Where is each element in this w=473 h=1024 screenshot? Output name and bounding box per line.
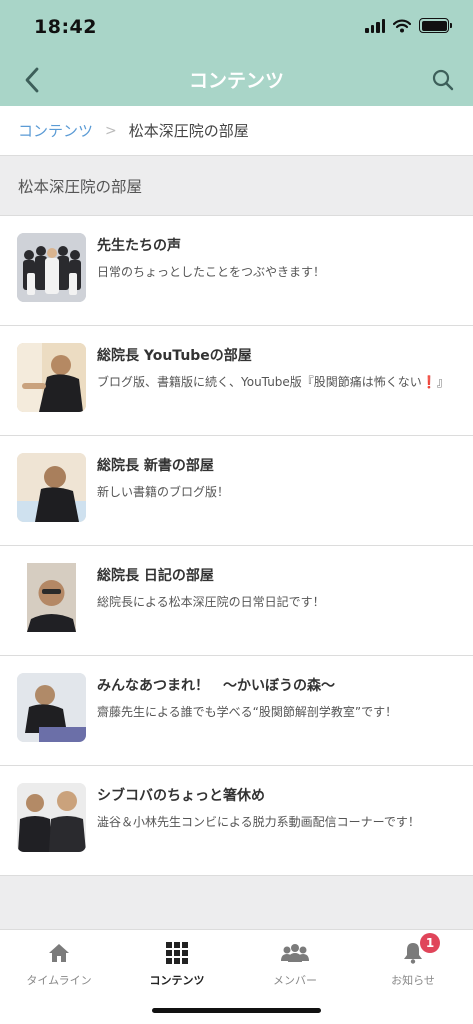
status-time: 18:42	[34, 16, 97, 38]
search-icon	[432, 69, 454, 91]
list-item[interactable]: みんなあつまれ！ 〜かいぼうの森〜 齋藤先生による誰でも学べる“股関節解剖学教室…	[0, 656, 473, 766]
list-item[interactable]: シブコバのちょっと箸休め 澁谷＆小林先生コンビによる脱力系動画配信コーナーです！	[0, 766, 473, 876]
list-item[interactable]: 総院長 日記の部屋 総院長による松本深圧院の日常日記です！	[0, 546, 473, 656]
item-title: 総院長 日記の部屋	[97, 568, 214, 584]
item-title: みんなあつまれ！ 〜かいぼうの森〜	[97, 678, 335, 694]
members-icon	[281, 940, 309, 966]
content-list: 先生たちの声 日常のちょっとしたことをつぶやきます！ 総院長 YouTubeの部…	[0, 216, 473, 876]
home-indicator[interactable]	[152, 1008, 321, 1013]
thumbnail-photo	[17, 783, 86, 852]
home-icon	[48, 940, 70, 966]
grid-icon	[166, 940, 188, 966]
tab-label: タイムライン	[26, 974, 92, 987]
page-title: コンテンツ	[188, 70, 284, 92]
section-title: 松本深圧院の部屋	[0, 157, 473, 216]
thumbnail-photo	[17, 453, 86, 522]
thumbnail-photo	[17, 563, 86, 632]
item-description: 齋藤先生による誰でも学べる“股関節解剖学教室”です！	[97, 705, 398, 719]
breadcrumb-current: 松本深圧院の部屋	[128, 122, 249, 140]
exclamation-icon: ❗	[421, 375, 437, 389]
tab-timeline[interactable]: タイムライン	[0, 940, 118, 990]
item-description: 総院長による松本深圧院の日常日記です！	[97, 595, 325, 609]
list-item[interactable]: 先生たちの声 日常のちょっとしたことをつぶやきます！	[0, 216, 473, 326]
item-description: 澁谷＆小林先生コンビによる脱力系動画配信コーナーです！	[97, 815, 420, 829]
tab-label: お知らせ	[391, 974, 435, 987]
tab-notifications[interactable]: 1 お知らせ	[354, 933, 472, 990]
breadcrumb-root-link[interactable]: コンテンツ	[18, 120, 93, 141]
thumbnail-photo	[17, 343, 86, 412]
item-description-text: ブログ版、書籍版に続く、YouTube版『股関節痛は怖くない	[97, 375, 422, 389]
list-item[interactable]: 総院長 新書の部屋 新しい書籍のブログ版！	[0, 436, 473, 546]
signal-icon	[365, 18, 385, 33]
item-title: シブコバのちょっと箸休め	[97, 788, 265, 804]
item-title: 総院長 YouTubeの部屋	[97, 348, 252, 364]
item-description: ブログ版、書籍版に続く、YouTube版『股関節痛は怖くない❗』	[97, 372, 453, 393]
item-description: 日常のちょっとしたことをつぶやきます！	[97, 265, 326, 279]
list-item[interactable]: 総院長 YouTubeの部屋 ブログ版、書籍版に続く、YouTube版『股関節痛…	[0, 326, 473, 436]
header-bar: 18:42 コンテンツ	[0, 0, 473, 106]
item-title: 先生たちの声	[97, 238, 181, 254]
thumbnail-group-photo	[17, 233, 86, 302]
battery-icon	[419, 18, 452, 33]
notification-badge: 1	[420, 933, 440, 953]
tab-members[interactable]: メンバー	[236, 940, 354, 990]
breadcrumb: コンテンツ > 松本深圧院の部屋	[0, 106, 473, 156]
tab-label: メンバー	[273, 974, 317, 987]
item-title: 総院長 新書の部屋	[97, 458, 214, 474]
breadcrumb-separator-icon: >	[105, 122, 117, 139]
item-description-end: 』	[436, 375, 449, 389]
status-icons	[365, 18, 452, 33]
tab-label: コンテンツ	[149, 974, 205, 987]
item-description: 新しい書籍のブログ版！	[97, 485, 230, 499]
tab-contents[interactable]: コンテンツ	[118, 940, 236, 990]
wifi-icon	[393, 19, 411, 32]
thumbnail-photo	[17, 673, 86, 742]
search-button[interactable]	[427, 64, 459, 96]
